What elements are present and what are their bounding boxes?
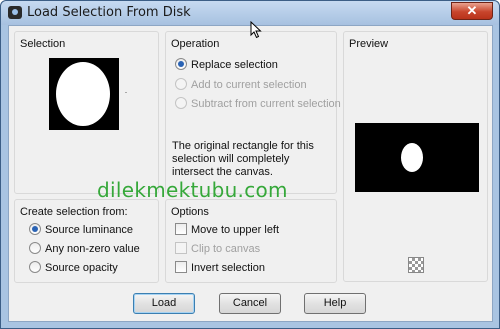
radio-indicator [29, 261, 41, 274]
checkbox-indicator [175, 242, 187, 255]
options-group: Options Move to upper left Clip to canva… [165, 199, 337, 283]
options-group-title: Options [171, 206, 209, 218]
cancel-button[interactable]: Cancel [219, 293, 281, 314]
clip-to-canvas-label: Clip to canvas [191, 243, 261, 255]
operation-group-title: Operation [171, 38, 220, 50]
app-icon [8, 6, 22, 19]
replace-selection-label: Replace selection [191, 59, 278, 71]
window-title: Load Selection From Disk [27, 5, 191, 20]
replace-selection-radio[interactable]: Replace selection [175, 58, 278, 74]
selection-group-title: Selection [20, 38, 66, 50]
watermark-text: dilekmektubu.com [97, 178, 288, 202]
radio-indicator [175, 78, 187, 91]
preview-group: Preview [343, 31, 488, 282]
radio-indicator [175, 97, 187, 110]
preview-image [355, 123, 479, 192]
dialog-window: Load Selection From Disk ✕ Selection Ope… [0, 0, 500, 329]
source-opacity-label: Source opacity [45, 262, 118, 274]
thumbnail-marker [125, 92, 127, 93]
move-to-upper-left-checkbox[interactable]: Move to upper left [175, 223, 279, 239]
checkbox-indicator [175, 223, 187, 236]
move-to-upper-left-label: Move to upper left [191, 224, 280, 236]
source-luminance-label: Source luminance [45, 224, 134, 236]
clip-to-canvas-checkbox[interactable]: Clip to canvas [175, 242, 260, 258]
any-non-zero-radio[interactable]: Any non-zero value [29, 242, 140, 258]
radio-indicator [175, 58, 187, 71]
any-non-zero-label: Any non-zero value [45, 243, 140, 255]
preview-group-title: Preview [349, 38, 389, 50]
help-button[interactable]: Help [304, 293, 366, 314]
create-selection-group: Create selection from: Source luminance … [14, 199, 159, 283]
invert-selection-checkbox[interactable]: Invert selection [175, 261, 265, 277]
selection-thumbnail [49, 58, 119, 130]
invert-selection-label: Invert selection [191, 262, 265, 274]
add-to-selection-label: Add to current selection [191, 79, 307, 91]
load-button[interactable]: Load [133, 293, 195, 314]
source-luminance-radio[interactable]: Source luminance [29, 223, 133, 239]
radio-indicator [29, 223, 41, 236]
operation-description: The original rectangle for this selectio… [172, 140, 314, 178]
close-button[interactable]: ✕ [451, 2, 493, 20]
transparency-checker-icon[interactable] [408, 257, 424, 273]
operation-group: Operation Replace selection Add to curre… [165, 31, 341, 194]
checkbox-indicator [175, 261, 187, 274]
subtract-from-selection-radio[interactable]: Subtract from current selection [175, 97, 341, 113]
add-to-selection-radio[interactable]: Add to current selection [175, 78, 307, 94]
create-selection-group-title: Create selection from: [20, 206, 128, 218]
selection-thumbnail-ellipse [56, 62, 110, 126]
mouse-cursor-icon [250, 21, 262, 39]
selection-group: Selection [14, 31, 159, 194]
subtract-from-selection-label: Subtract from current selection [191, 98, 341, 110]
preview-image-ellipse [401, 143, 423, 172]
close-icon: ✕ [466, 3, 478, 18]
source-opacity-radio[interactable]: Source opacity [29, 261, 118, 277]
radio-indicator [29, 242, 41, 255]
